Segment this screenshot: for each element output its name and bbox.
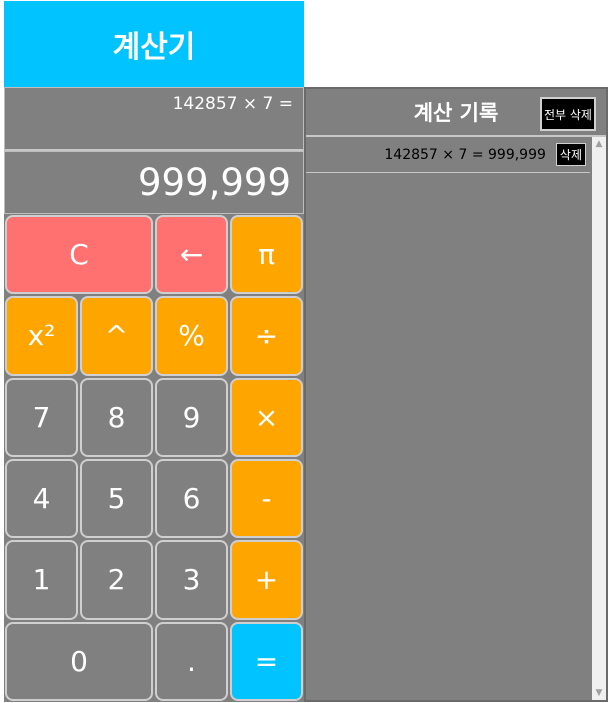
digit-9-button[interactable]: 9 (155, 377, 228, 457)
digit-1-button[interactable]: 1 (5, 540, 78, 620)
history-panel: 계산 기록 전부 삭제 142857 × 7 = 999,999 삭제 ▲ ▼ (304, 87, 608, 702)
plus-button[interactable]: + (230, 540, 303, 620)
clear-button[interactable]: C (5, 215, 153, 295)
keypad: C ← π x² ^ % ÷ 7 8 9 × 4 5 6 - 1 2 3 + 0… (4, 214, 304, 702)
history-item-expression: 142857 × 7 = 999,999 (384, 146, 546, 163)
digit-5-button[interactable]: 5 (80, 458, 153, 539)
digit-0-button[interactable]: 0 (5, 621, 153, 701)
power-button[interactable]: ^ (80, 296, 153, 376)
digit-2-button[interactable]: 2 (80, 540, 153, 620)
result-display: 999,999 (4, 151, 304, 214)
multiply-button[interactable]: × (230, 377, 303, 457)
digit-8-button[interactable]: 8 (80, 377, 153, 457)
digit-4-button[interactable]: 4 (5, 458, 78, 539)
digit-3-button[interactable]: 3 (155, 540, 228, 620)
history-scrollbar[interactable]: ▲ ▼ (592, 137, 606, 700)
pi-button[interactable]: π (230, 215, 303, 295)
delete-history-item-button[interactable]: 삭제 (555, 143, 586, 166)
backspace-button[interactable]: ← (155, 215, 228, 295)
divide-button[interactable]: ÷ (230, 296, 303, 376)
digit-6-button[interactable]: 6 (155, 458, 228, 539)
app-title: 계산기 (4, 1, 304, 87)
scroll-up-arrow-icon[interactable]: ▲ (592, 137, 606, 151)
digit-7-button[interactable]: 7 (5, 377, 78, 457)
decimal-button[interactable]: . (155, 621, 228, 701)
minus-button[interactable]: - (230, 458, 303, 539)
percent-button[interactable]: % (155, 296, 228, 376)
scroll-down-arrow-icon[interactable]: ▼ (592, 686, 606, 700)
history-item[interactable]: 142857 × 7 = 999,999 삭제 (306, 137, 590, 173)
expression-display: 142857 × 7 = (4, 87, 304, 151)
square-button[interactable]: x² (5, 296, 78, 376)
clear-all-history-button[interactable]: 전부 삭제 (540, 97, 596, 131)
equals-button[interactable]: = (230, 621, 303, 701)
history-list: 142857 × 7 = 999,999 삭제 (306, 137, 590, 700)
